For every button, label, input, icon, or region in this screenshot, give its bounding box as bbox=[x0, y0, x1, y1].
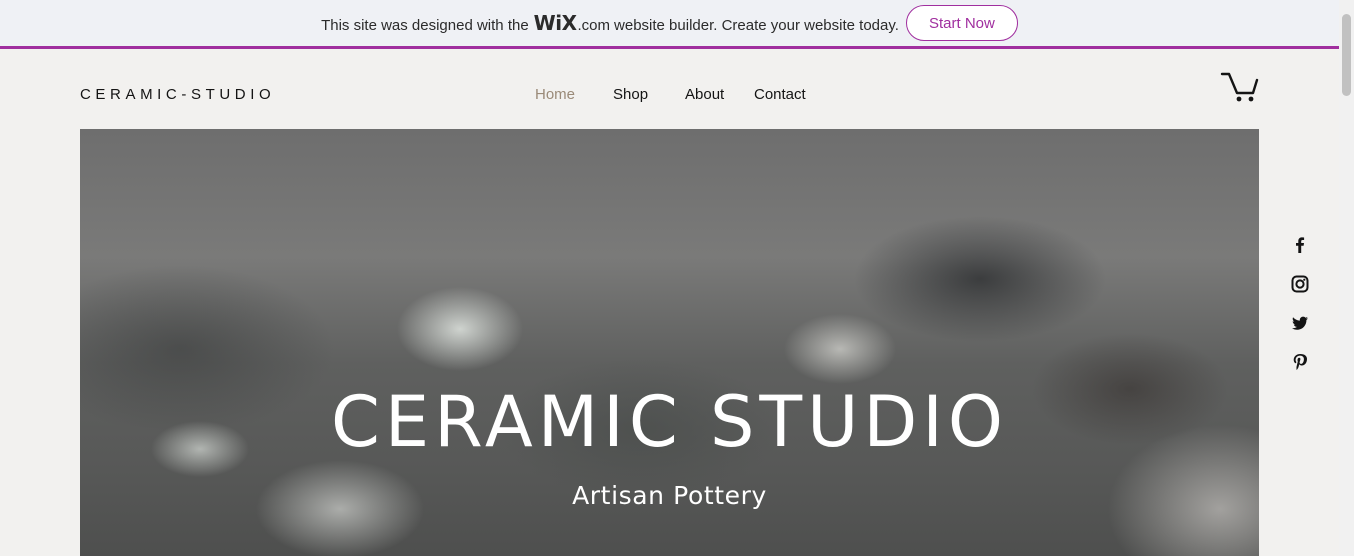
wix-logo-suffix: .com bbox=[577, 17, 611, 34]
twitter-icon[interactable] bbox=[1289, 312, 1311, 334]
page-scrollbar[interactable] bbox=[1339, 0, 1354, 556]
nav-item-shop[interactable]: Shop bbox=[613, 86, 648, 103]
wix-promo-banner: This site was designed with the WiX .com … bbox=[0, 0, 1339, 49]
facebook-icon[interactable] bbox=[1289, 234, 1311, 256]
banner-text-before: This site was designed with the bbox=[321, 17, 529, 34]
start-now-button[interactable]: Start Now bbox=[905, 5, 1018, 41]
instagram-icon[interactable] bbox=[1289, 273, 1311, 295]
banner-text-after: website builder. Create your website tod… bbox=[614, 17, 899, 34]
site-logo[interactable]: CERAMIC-STUDIO bbox=[80, 86, 275, 103]
nav-item-contact[interactable]: Contact bbox=[754, 86, 806, 103]
hero-subtitle: Artisan Pottery bbox=[572, 481, 767, 510]
wix-logo: WiX bbox=[533, 11, 577, 35]
hero-banner: CERAMIC STUDIO Artisan Pottery bbox=[80, 129, 1259, 556]
cart-icon[interactable] bbox=[1220, 70, 1260, 104]
scrollbar-thumb[interactable] bbox=[1342, 14, 1351, 96]
nav-item-home[interactable]: Home bbox=[535, 86, 575, 103]
hero-title: CERAMIC STUDIO bbox=[330, 381, 1009, 463]
nav-item-about[interactable]: About bbox=[685, 86, 724, 103]
wix-banner-message: This site was designed with the WiX .com … bbox=[321, 11, 899, 35]
pinterest-icon[interactable] bbox=[1289, 351, 1311, 373]
social-bar bbox=[1289, 234, 1311, 390]
